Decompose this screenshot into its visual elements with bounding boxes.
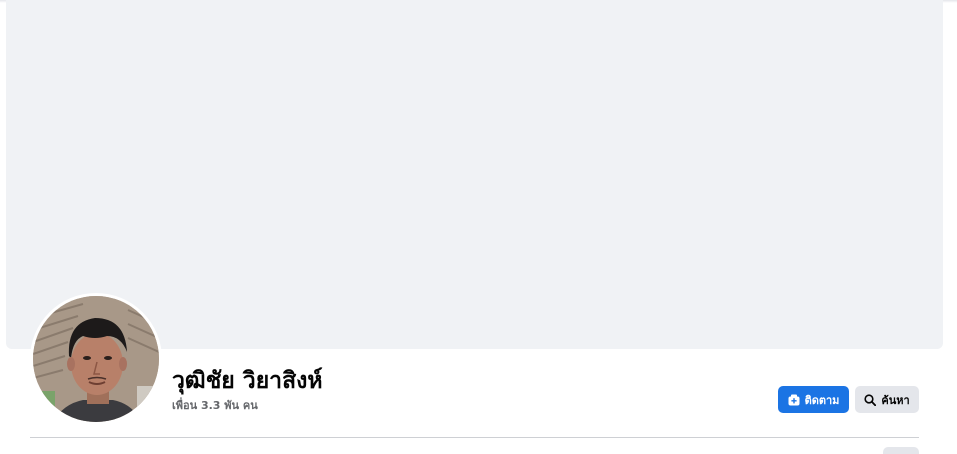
divider [30, 437, 919, 438]
search-label: ค้นหา [881, 393, 910, 407]
profile-name: วุฒิชัย วิยาสิงห์ [172, 368, 323, 394]
follow-icon [788, 394, 800, 406]
friends-count[interactable]: เพื่อน 3.3 พัน คน [172, 399, 258, 413]
search-icon [864, 393, 877, 406]
cover-photo[interactable] [6, 0, 943, 349]
follow-label: ติดตาม [804, 393, 840, 407]
search-button[interactable]: ค้นหา [855, 386, 919, 413]
follow-button[interactable]: ติดตาม [778, 386, 849, 413]
avatar[interactable] [33, 296, 159, 422]
more-button[interactable] [883, 447, 919, 454]
avatar-image [33, 296, 159, 422]
profile-page: วุฒิชัย วิยาสิงห์ เพื่อน 3.3 พัน คน ติดต… [0, 0, 957, 454]
